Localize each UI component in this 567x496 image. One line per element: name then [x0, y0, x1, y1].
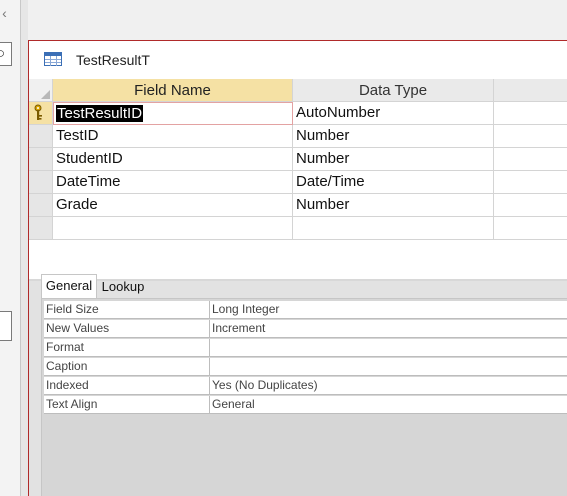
property-label: Caption	[44, 358, 210, 376]
data-type-cell[interactable]: AutoNumber	[293, 102, 494, 125]
pane-splitter[interactable]	[21, 0, 28, 496]
key-icon	[34, 104, 42, 120]
field-name-text: TestResultID	[56, 105, 144, 122]
field-name-cell[interactable]: StudentID	[53, 148, 293, 171]
row-selector[interactable]	[29, 194, 53, 217]
navigation-pane: ‹ ○	[0, 0, 21, 496]
property-sheet: Field Size Long Integer New Values Incre…	[41, 298, 567, 496]
document-tab[interactable]: TestResultT	[29, 41, 567, 79]
navigation-field[interactable]	[0, 311, 12, 341]
property-label: Field Size	[44, 301, 210, 319]
table-icon	[44, 52, 62, 66]
row-selector[interactable]	[29, 125, 53, 148]
property-label: New Values	[44, 320, 210, 338]
property-row[interactable]: Indexed Yes (No Duplicates)	[44, 377, 567, 395]
data-type-cell[interactable]	[293, 217, 494, 240]
data-type-cell[interactable]: Number	[293, 125, 494, 148]
row-selector[interactable]	[29, 148, 53, 171]
description-cell[interactable]	[494, 148, 567, 171]
property-value[interactable]: Yes (No Duplicates)	[210, 377, 567, 395]
search-icon: ○	[0, 45, 6, 62]
document-title: TestResultT	[76, 52, 150, 68]
field-design-grid: Field Name Data Type TestResultID AutoNu…	[29, 79, 567, 282]
table-row: Grade Number	[29, 194, 567, 217]
table-row: TestID Number	[29, 125, 567, 148]
field-name-cell[interactable]: DateTime	[53, 171, 293, 194]
field-name-cell[interactable]: Grade	[53, 194, 293, 217]
description-cell[interactable]	[494, 194, 567, 217]
property-label: Format	[44, 339, 210, 357]
field-name-cell[interactable]: TestID	[53, 125, 293, 148]
navigation-search-box[interactable]: ○	[0, 42, 12, 66]
field-name-cell[interactable]	[53, 217, 293, 240]
select-all-corner[interactable]	[29, 79, 53, 102]
chevron-left-icon[interactable]: ‹	[0, 4, 9, 22]
property-value[interactable]	[210, 339, 567, 357]
table-design-window: TestResultT Field Name Data Type TestRes…	[28, 40, 567, 496]
row-selector[interactable]	[29, 102, 53, 125]
description-cell[interactable]	[494, 171, 567, 194]
column-header-field-name[interactable]: Field Name	[53, 79, 293, 102]
description-cell[interactable]	[494, 102, 567, 125]
data-type-cell[interactable]: Number	[293, 148, 494, 171]
table-row: TestResultID AutoNumber	[29, 102, 567, 125]
row-selector[interactable]	[29, 171, 53, 194]
tab-lookup[interactable]: Lookup	[98, 277, 148, 298]
property-value[interactable]: Long Integer	[210, 301, 567, 319]
property-value[interactable]: General	[210, 396, 567, 414]
table-row: StudentID Number	[29, 148, 567, 171]
property-row[interactable]: Format	[44, 339, 567, 357]
property-row[interactable]: Field Size Long Integer	[44, 301, 567, 319]
property-row[interactable]: Text Align General	[44, 396, 567, 414]
property-label: Text Align	[44, 396, 210, 414]
description-cell[interactable]	[494, 217, 567, 240]
table-row	[29, 217, 567, 240]
description-cell[interactable]	[494, 125, 567, 148]
property-value[interactable]	[210, 358, 567, 376]
access-window: ‹ ○ TestResultT Field Name Data Type Tes…	[0, 0, 567, 496]
ribbon-area	[28, 0, 567, 40]
table-row: DateTime Date/Time	[29, 171, 567, 194]
row-selector[interactable]	[29, 217, 53, 240]
tab-general[interactable]: General	[41, 274, 97, 298]
property-row[interactable]: Caption	[44, 358, 567, 376]
column-header-description[interactable]	[494, 79, 567, 102]
column-header-data-type[interactable]: Data Type	[293, 79, 494, 102]
data-type-cell[interactable]: Number	[293, 194, 494, 217]
property-row[interactable]: New Values Increment	[44, 320, 567, 338]
property-label: Indexed	[44, 377, 210, 395]
field-name-cell[interactable]: TestResultID	[53, 102, 293, 125]
data-type-cell[interactable]: Date/Time	[293, 171, 494, 194]
property-value[interactable]: Increment	[210, 320, 567, 338]
